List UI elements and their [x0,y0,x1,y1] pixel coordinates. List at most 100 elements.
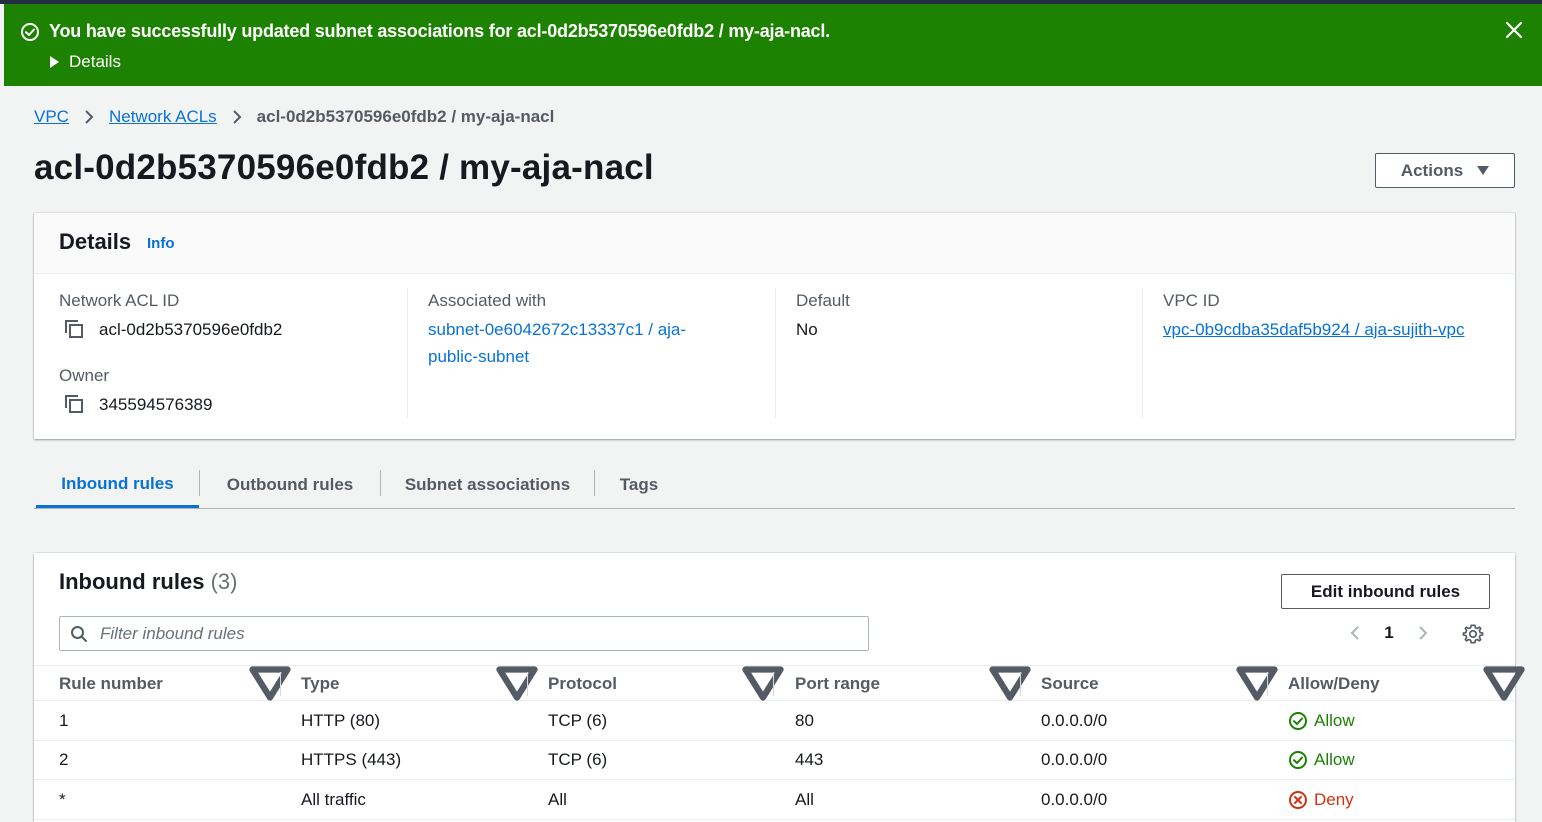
filter-inbound-rules [59,616,869,651]
sort-down-icon[interactable] [1483,666,1525,701]
chevron-left-icon[interactable] [1344,621,1366,645]
breadcrumb-network-acls-link[interactable]: Network ACLs [109,107,217,127]
status-deny: Deny [1288,790,1354,810]
cell-protocol: TCP (6) [548,710,608,730]
info-link[interactable]: Info [147,235,175,252]
status-allow: Allow [1288,750,1355,770]
table-row[interactable]: * All traffic All All 0.0.0.0/0 Deny [34,780,1515,820]
sort-down-icon[interactable] [742,666,784,701]
copy-icon[interactable] [63,318,85,340]
inbound-rules-title: Inbound rules [59,569,205,594]
table-header: Rule number Type Protocol Port range Sou… [34,665,1525,701]
associated-with-label: Associated with [428,291,547,310]
flash-message: You have successfully updated subnet ass… [49,21,830,41]
owner-label: Owner [59,366,110,385]
cell-rule-number: 1 [59,710,69,730]
caret-right-icon [50,56,59,68]
actions-dropdown-button[interactable]: Actions [1375,153,1515,188]
associated-subnet-line1: subnet-0e6042672c13337c1 / aja- [428,320,687,339]
network-acl-id-value: acl-0d2b5370596e0fdb2 [99,320,283,339]
table-row[interactable]: 1 HTTP (80) TCP (6) 80 0.0.0.0/0 Allow [34,701,1515,741]
cell-rule-number: * [59,789,66,809]
cell-type: All traffic [301,789,366,809]
cell-source: 0.0.0.0/0 [1041,750,1108,769]
chevron-right-icon [69,107,109,127]
column-header-source[interactable]: Source [1041,666,1099,701]
search-icon [71,626,87,642]
status-allow: Allow [1288,711,1355,731]
tab-inbound-rules[interactable]: Inbound rules [36,462,199,508]
chevron-right-icon[interactable] [1412,621,1434,645]
tab-subnet-associations[interactable]: Subnet associations [381,462,594,508]
sort-down-icon[interactable] [989,666,1031,701]
vpc-id-link[interactable]: vpc-0b9cdba35daf5b924 / aja-sujith-vpc [1163,316,1464,343]
cell-protocol: TCP (6) [548,750,608,769]
inbound-rules-count: (3) [210,569,238,594]
sort-down-icon[interactable] [249,666,291,701]
associated-subnet-link[interactable]: subnet-0e6042672c13337c1 / aja- public-s… [428,316,686,370]
success-flash-banner: You have successfully updated subnet ass… [4,4,1542,86]
cell-allow-deny: Deny [1288,780,1354,819]
network-acl-id-label: Network ACL ID [59,291,180,310]
cell-port-range: All [795,789,814,809]
tab-bar: Inbound rules Outbound rules Subnet asso… [34,462,1515,509]
column-header-port-range[interactable]: Port range [795,666,880,701]
details-column-vpc: VPC ID vpc-0b9cdba35daf5b924 / aja-sujit… [1142,288,1515,418]
sort-down-icon[interactable] [496,666,538,701]
settings-gear-icon[interactable] [1462,623,1484,645]
default-label: Default [796,291,850,310]
column-header-protocol[interactable]: Protocol [548,666,617,701]
pagination: 1 [1344,621,1434,645]
status-label: Deny [1314,789,1354,809]
status-label: Allow [1314,750,1355,769]
column-header-type[interactable]: Type [301,666,339,701]
column-divider [773,672,774,696]
cell-port-range: 443 [795,750,824,769]
inbound-rules-table: Rule number Type Protocol Port range Sou… [34,665,1525,820]
breadcrumb: VPC Network ACLs acl-0d2b5370596e0fdb2 /… [34,107,554,127]
details-header: Details Info [34,213,1515,274]
chevron-right-icon [217,107,257,127]
cell-allow-deny: Allow [1288,701,1355,740]
owner-value: 345594576389 [99,395,213,414]
table-row[interactable]: 2 HTTPS (443) TCP (6) 443 0.0.0.0/0 Allo… [34,741,1515,780]
flash-details-label: Details [69,52,121,71]
cell-source: 0.0.0.0/0 [1041,789,1108,809]
cell-rule-number: 2 [59,750,69,769]
sort-down-icon[interactable] [1236,666,1278,701]
edit-inbound-rules-button[interactable]: Edit inbound rules [1281,574,1490,609]
inbound-rules-panel: Inbound rules (3) Edit inbound rules 1 R… [34,553,1525,822]
caret-down-icon [1477,166,1490,175]
page-number[interactable]: 1 [1366,623,1412,643]
column-divider [1267,672,1268,696]
deny-x-icon [1289,790,1307,809]
associated-subnet-line2: public-subnet [428,347,530,366]
actions-label: Actions [1400,160,1464,180]
success-check-icon [21,23,39,41]
tab-outbound-rules[interactable]: Outbound rules [200,462,380,508]
column-divider [280,672,281,696]
details-column-associated: Associated with subnet-0e6042672c13337c1… [407,288,775,418]
column-header-allow-deny[interactable]: Allow/Deny [1288,666,1380,701]
vpc-id-label: VPC ID [1163,291,1220,310]
breadcrumb-vpc-link[interactable]: VPC [34,107,69,127]
page-title: acl-0d2b5370596e0fdb2 / my-aja-nacl [34,148,654,187]
cell-protocol: All [548,789,567,809]
cell-type: HTTP (80) [301,710,381,730]
details-column-acl: Network ACL ID acl-0d2b5370596e0fdb2 Own… [34,288,407,418]
inbound-rules-heading: Inbound rules (3) [59,569,237,595]
close-icon[interactable] [1504,20,1524,40]
filter-input[interactable] [100,617,860,650]
allow-check-icon [1289,711,1307,730]
copy-icon[interactable] [63,393,85,415]
cell-port-range: 80 [795,710,814,730]
details-heading: Details [59,229,132,254]
cell-type: HTTPS (443) [301,750,402,769]
cell-source: 0.0.0.0/0 [1041,710,1108,730]
flash-details-toggle[interactable]: Details [50,52,121,72]
details-column-default: Default No [775,288,1142,418]
tab-tags[interactable]: Tags [595,462,683,508]
column-header-rule-number[interactable]: Rule number [59,666,163,701]
allow-check-icon [1289,751,1307,769]
status-label: Allow [1314,710,1355,730]
